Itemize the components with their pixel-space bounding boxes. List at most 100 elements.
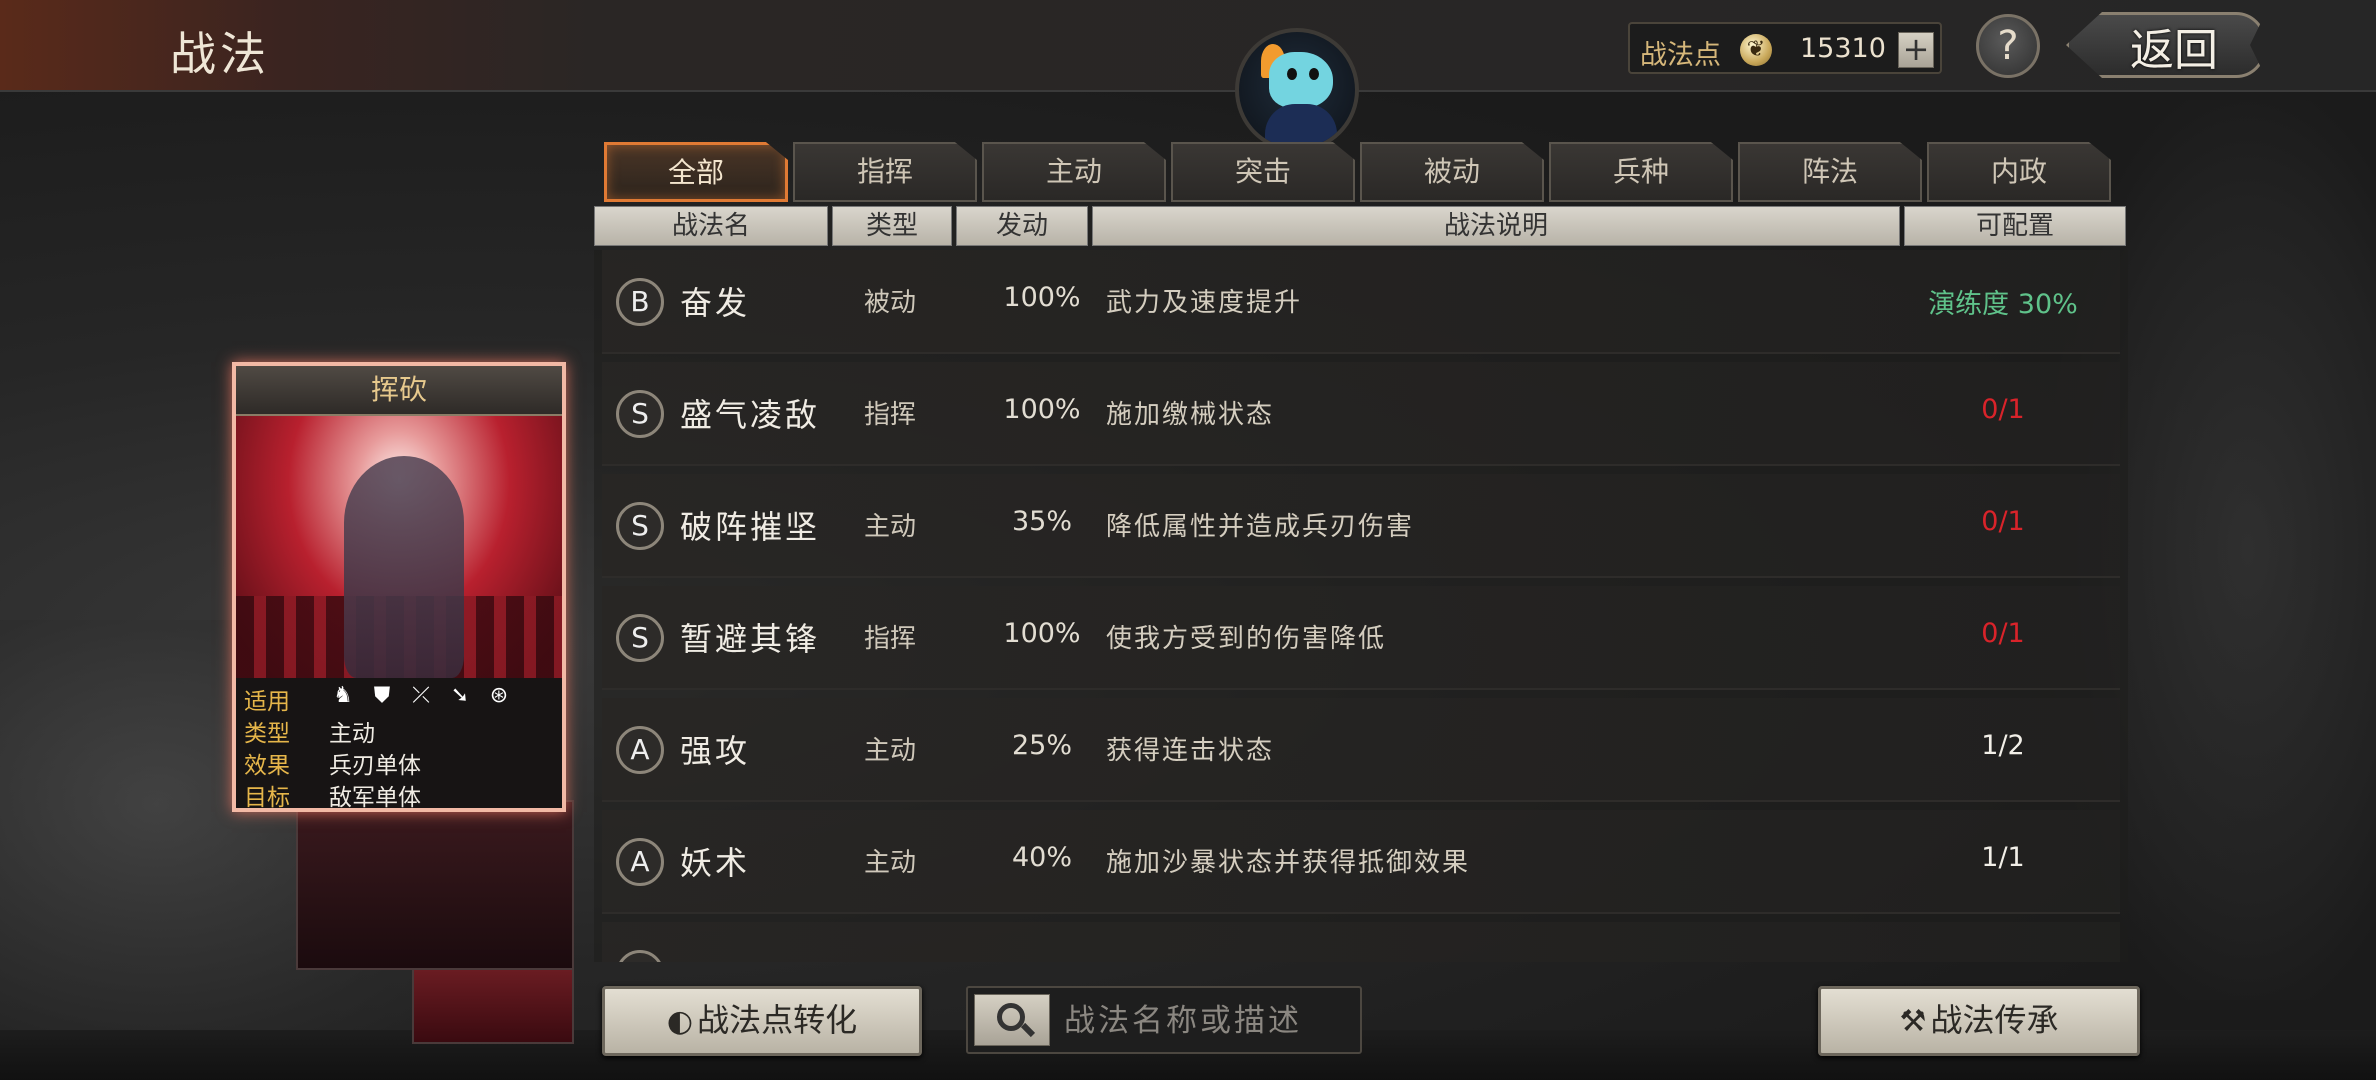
- tab-internal[interactable]: 内政: [1927, 142, 2111, 202]
- skill-desc: 武力及速度提升: [1106, 288, 1303, 318]
- search-box[interactable]: [966, 986, 1362, 1054]
- tab-passive[interactable]: 被动: [1360, 142, 1544, 202]
- skill-row[interactable]: S 暂避其锋 指挥 100% 使我方受到的伤害降低 0/1: [602, 586, 2120, 690]
- skill-rate: 25%: [1011, 730, 1072, 761]
- skill-row[interactable]: S 破阵摧坚 主动 35% 降低属性并造成兵刃伤害 0/1: [602, 474, 2120, 578]
- help-button[interactable]: ?: [1976, 14, 2040, 78]
- skill-type: 指挥: [864, 624, 917, 654]
- search-button[interactable]: [974, 994, 1050, 1046]
- grade-badge: A: [616, 726, 664, 774]
- column-header-name[interactable]: 战法名: [594, 206, 828, 246]
- avatar[interactable]: [1235, 28, 1359, 152]
- avatar-eye: [1309, 68, 1319, 80]
- skill-desc: 使我方受到的伤害降低: [1106, 624, 1387, 654]
- column-header-slots[interactable]: 可配置: [1904, 206, 2126, 246]
- grade-badge: S: [616, 614, 664, 662]
- skill-rate: 100%: [1003, 282, 1081, 313]
- convert-label: 战法点转化: [697, 1001, 858, 1039]
- cavalry-icon: ♞: [333, 683, 353, 708]
- skill-slots: 1/1: [1981, 842, 2025, 873]
- search-input[interactable]: [1064, 998, 1354, 1044]
- skill-rate: 100%: [1003, 618, 1081, 649]
- skill-slots: 0/1: [1981, 506, 2025, 537]
- siege-icon: ⊛: [489, 683, 509, 708]
- spear-icon: ➘: [450, 683, 470, 708]
- skill-slots: 0/1: [1981, 618, 2025, 649]
- skill-name: 暂避其锋: [680, 620, 821, 658]
- page-title: 战法: [170, 27, 270, 81]
- tab-active[interactable]: 主动: [982, 142, 1166, 202]
- card-type-row: 类型 主动: [244, 714, 554, 747]
- skill-type: 指挥: [864, 400, 917, 430]
- grade-badge: S: [616, 502, 664, 550]
- skill-row[interactable]: A 强攻 主动 25% 获得连击状态 1/2: [602, 698, 2120, 802]
- skill-desc: 降低属性并造成兵刃伤害: [1106, 512, 1415, 542]
- card-art: [236, 416, 562, 678]
- top-bar: 战法 战法点 ❦ 15310 + ? 返回: [0, 0, 2376, 92]
- inherit-button[interactable]: ⚒ 战法传承: [1818, 986, 2140, 1056]
- card-type-key: 类型: [244, 721, 290, 747]
- card-warrior-figure: [344, 456, 464, 678]
- skill-name: 奋发: [680, 284, 751, 322]
- avatar-eye: [1287, 68, 1297, 80]
- skill-points-value: 15310: [1800, 33, 1886, 64]
- skill-name: 妖术: [680, 844, 751, 882]
- skill-rate: 40%: [1011, 842, 1072, 873]
- skill-rate: 35%: [1011, 506, 1072, 537]
- convert-points-button[interactable]: ◐ 战法点转化: [602, 986, 922, 1056]
- skill-row[interactable]: B 奋发 被动 100% 武力及速度提升 演练度 30%: [602, 250, 2120, 354]
- skill-points-box: 战法点 ❦ 15310 +: [1628, 22, 1942, 74]
- skill-desc: 获得连击状态: [1106, 736, 1275, 766]
- skill-type: 主动: [864, 736, 917, 766]
- tab-formation[interactable]: 阵法: [1738, 142, 1922, 202]
- card-apply-key: 适用: [244, 689, 290, 715]
- tab-command[interactable]: 指挥: [793, 142, 977, 202]
- skill-list[interactable]: B 奋发 被动 100% 武力及速度提升 演练度 30% S 盛气凌敌 指挥 1…: [594, 250, 2128, 962]
- skill-slots: 0/1: [1981, 394, 2025, 425]
- skill-slots: 1/2: [1981, 730, 2025, 761]
- skill-slots: 演练度 30%: [1928, 289, 2078, 320]
- avatar-face: [1269, 52, 1333, 108]
- skill-card[interactable]: 挥砍 适用 ♞ ⛊ ⤫ ➘ ⊛ 类型 主动 效果 兵刃单体 目标 敌军单体: [232, 362, 566, 812]
- coin-icon: ❦: [1740, 34, 1772, 66]
- skill-name: 破阵摧坚: [680, 508, 821, 546]
- bow-icon: ⤫: [412, 683, 430, 708]
- skill-row-partial[interactable]: [602, 922, 2120, 962]
- card-back: [412, 968, 574, 1044]
- convert-icon: ◐: [666, 1004, 694, 1039]
- tab-troop[interactable]: 兵种: [1549, 142, 1733, 202]
- card-effect-key: 效果: [244, 753, 290, 779]
- skill-rate: 100%: [1003, 394, 1081, 425]
- inherit-label: 战法传承: [1930, 1001, 2059, 1039]
- back-label[interactable]: 返回: [2130, 14, 2218, 78]
- grade-badge: [616, 950, 664, 962]
- skill-type: 主动: [864, 848, 917, 878]
- column-header-type[interactable]: 类型: [832, 206, 952, 246]
- card-effect-row: 效果 兵刃单体: [244, 746, 554, 779]
- skill-name: 盛气凌敌: [680, 396, 821, 434]
- grade-badge: B: [616, 278, 664, 326]
- grade-badge: A: [616, 838, 664, 886]
- card-title: 挥砍: [236, 366, 562, 416]
- skill-points-label: 战法点: [1640, 40, 1721, 71]
- skill-row[interactable]: S 盛气凌敌 指挥 100% 施加缴械状态 0/1: [602, 362, 2120, 466]
- search-icon-handle: [1020, 1022, 1036, 1038]
- card-effect-val: 兵刃单体: [329, 753, 421, 779]
- card-target-row: 目标 敌军单体: [244, 778, 554, 811]
- column-header-desc[interactable]: 战法说明: [1092, 206, 1900, 246]
- card-target-key: 目标: [244, 785, 290, 811]
- card-info: 适用 ♞ ⛊ ⤫ ➘ ⊛ 类型 主动 效果 兵刃单体 目标 敌军单体: [236, 678, 562, 808]
- skill-desc: 施加沙暴状态并获得抵御效果: [1106, 848, 1471, 878]
- skill-desc: 施加缴械状态: [1106, 400, 1275, 430]
- column-header-rate[interactable]: 发动: [956, 206, 1088, 246]
- tab-assault[interactable]: 突击: [1171, 142, 1355, 202]
- skill-name: 强攻: [680, 732, 751, 770]
- card-back: [296, 800, 574, 970]
- skill-row[interactable]: A 妖术 主动 40% 施加沙暴状态并获得抵御效果 1/1: [602, 810, 2120, 914]
- add-points-button[interactable]: +: [1898, 32, 1934, 68]
- card-target-val: 敌军单体: [329, 785, 421, 811]
- tab-all[interactable]: 全部: [604, 142, 788, 202]
- card-apply-row: 适用 ♞ ⛊ ⤫ ➘ ⊛: [244, 682, 554, 715]
- grade-badge: S: [616, 390, 664, 438]
- shield-icon: ⛊: [373, 683, 391, 708]
